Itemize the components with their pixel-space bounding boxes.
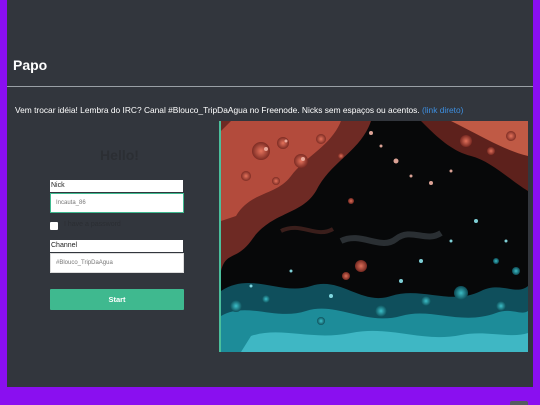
corner-tab <box>510 401 528 405</box>
password-checkbox-label: I have a password <box>64 221 121 228</box>
nick-input[interactable]: Incauta_86 <box>50 193 184 213</box>
fluid-art-image <box>221 121 528 352</box>
header-divider <box>7 86 533 87</box>
password-checkbox[interactable] <box>50 222 58 230</box>
direct-link[interactable]: (link direto) <box>422 105 463 115</box>
login-heading: Hello! <box>100 147 139 163</box>
nick-label: Nick <box>50 180 183 192</box>
intro-message: Vem trocar idéia! Lembra do IRC? Canal #… <box>15 105 423 115</box>
channel-label: Channel <box>50 240 183 252</box>
channel-input[interactable]: #Blouco_TripDaAgua <box>50 253 184 273</box>
start-button[interactable]: Start <box>50 289 184 310</box>
chat-page: Papo Vem trocar idéia! Lembra do IRC? Ca… <box>7 0 533 387</box>
intro-text: Vem trocar idéia! Lembra do IRC? Canal #… <box>15 105 525 115</box>
page-title: Papo <box>13 57 48 73</box>
irc-login-form: Hello! Nick Incauta_86 I have a password… <box>21 121 218 352</box>
decorative-artwork <box>219 121 528 352</box>
